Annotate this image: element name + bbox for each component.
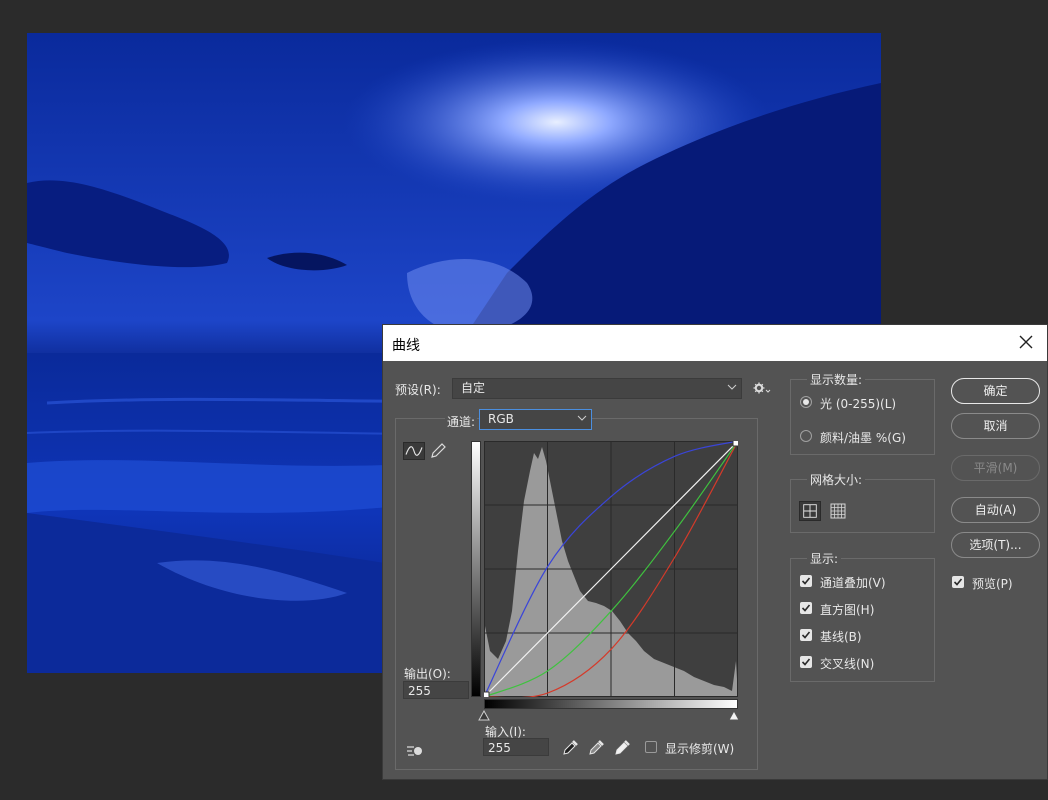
input-field[interactable]: 255: [483, 738, 549, 756]
output-field[interactable]: 255: [403, 681, 469, 699]
output-label: 输出(O):: [404, 667, 451, 681]
checkmark-icon: [801, 658, 811, 666]
preset-value: 自定: [461, 381, 486, 395]
chevron-down-icon: [727, 384, 737, 390]
preview-checkbox[interactable]: [952, 576, 964, 588]
curves-graph[interactable]: [484, 441, 738, 697]
curve-point-bottom[interactable]: [484, 691, 490, 697]
input-gradient-bar: [484, 699, 738, 709]
checkmark-icon: [801, 631, 811, 639]
histogram-checkbox[interactable]: [800, 602, 812, 614]
intersection-line-checkbox[interactable]: [800, 656, 812, 668]
grid-size-title: 网格大小:: [807, 471, 866, 488]
cancel-button[interactable]: 取消: [951, 413, 1040, 439]
channel-select[interactable]: RGB: [479, 409, 592, 430]
ok-button[interactable]: 确定: [951, 378, 1040, 404]
smooth-button[interactable]: 平滑(M): [951, 455, 1040, 481]
white-point-slider-icon[interactable]: [728, 710, 740, 721]
dialog-title: 曲线: [392, 338, 420, 354]
light-radio[interactable]: [800, 396, 812, 408]
baseline-label: 基线(B): [820, 630, 862, 644]
dialog-titlebar[interactable]: 曲线: [383, 325, 1047, 361]
black-point-slider-icon[interactable]: [478, 710, 490, 721]
black-eyedropper-icon[interactable]: [562, 738, 580, 756]
show-title: 显示:: [807, 550, 842, 567]
show-clipping-checkbox[interactable]: [645, 741, 657, 753]
checkmark-icon: [801, 604, 811, 612]
preview-label: 预览(P): [972, 577, 1013, 591]
show-amount-title: 显示数量:: [807, 371, 866, 388]
close-icon[interactable]: [1015, 331, 1037, 353]
channel-overlays-checkbox[interactable]: [800, 575, 812, 587]
histogram-label: 直方图(H): [820, 603, 875, 617]
checkmark-icon: [953, 578, 963, 586]
intersection-line-label: 交叉线(N): [820, 657, 875, 671]
preset-select[interactable]: 自定: [452, 378, 742, 399]
pigment-option-label: 颜料/油墨 %(G): [820, 431, 906, 445]
baseline-checkbox[interactable]: [800, 629, 812, 641]
checkmark-icon: [801, 577, 811, 585]
gray-eyedropper-icon[interactable]: [588, 738, 606, 756]
curve-point-top[interactable]: [732, 441, 738, 447]
options-button[interactable]: 选项(T)...: [951, 532, 1040, 558]
white-eyedropper-icon[interactable]: [614, 738, 632, 756]
channel-value: RGB: [488, 412, 514, 426]
curve-edit-tool-icon[interactable]: [403, 442, 425, 460]
preset-options-gear-icon[interactable]: [753, 381, 771, 395]
light-option-label: 光 (0-255)(L): [820, 397, 897, 411]
smooth-curve-icon[interactable]: [405, 743, 425, 757]
show-clipping-label: 显示修剪(W): [665, 742, 735, 756]
channel-overlays-label: 通道叠加(V): [820, 576, 886, 590]
auto-button[interactable]: 自动(A): [951, 497, 1040, 523]
preset-label: 预设(R):: [395, 383, 441, 397]
pigment-radio[interactable]: [800, 430, 812, 442]
curves-dialog: 曲线 预设(R): 自定 通道: RGB 输出(O): 255 输入(I): 2…: [382, 324, 1048, 780]
simple-grid-icon[interactable]: [799, 501, 821, 521]
chevron-down-icon: [577, 415, 587, 421]
pencil-icon[interactable]: [429, 442, 447, 460]
detailed-grid-icon[interactable]: [827, 501, 849, 521]
channel-label: 通道:: [445, 413, 478, 430]
output-gradient-bar: [471, 441, 481, 697]
